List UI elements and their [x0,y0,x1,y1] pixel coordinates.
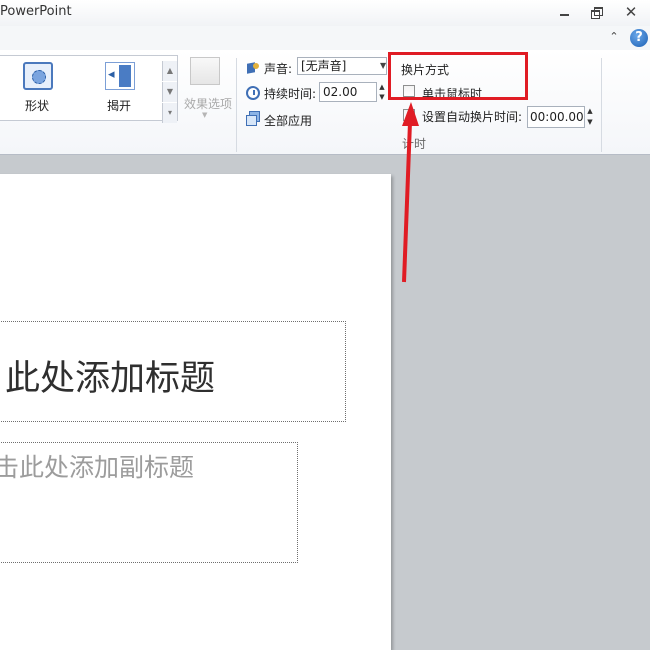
arrow-shaft [402,121,412,283]
annotation-arrow [402,102,419,283]
arrow-head [402,102,419,126]
